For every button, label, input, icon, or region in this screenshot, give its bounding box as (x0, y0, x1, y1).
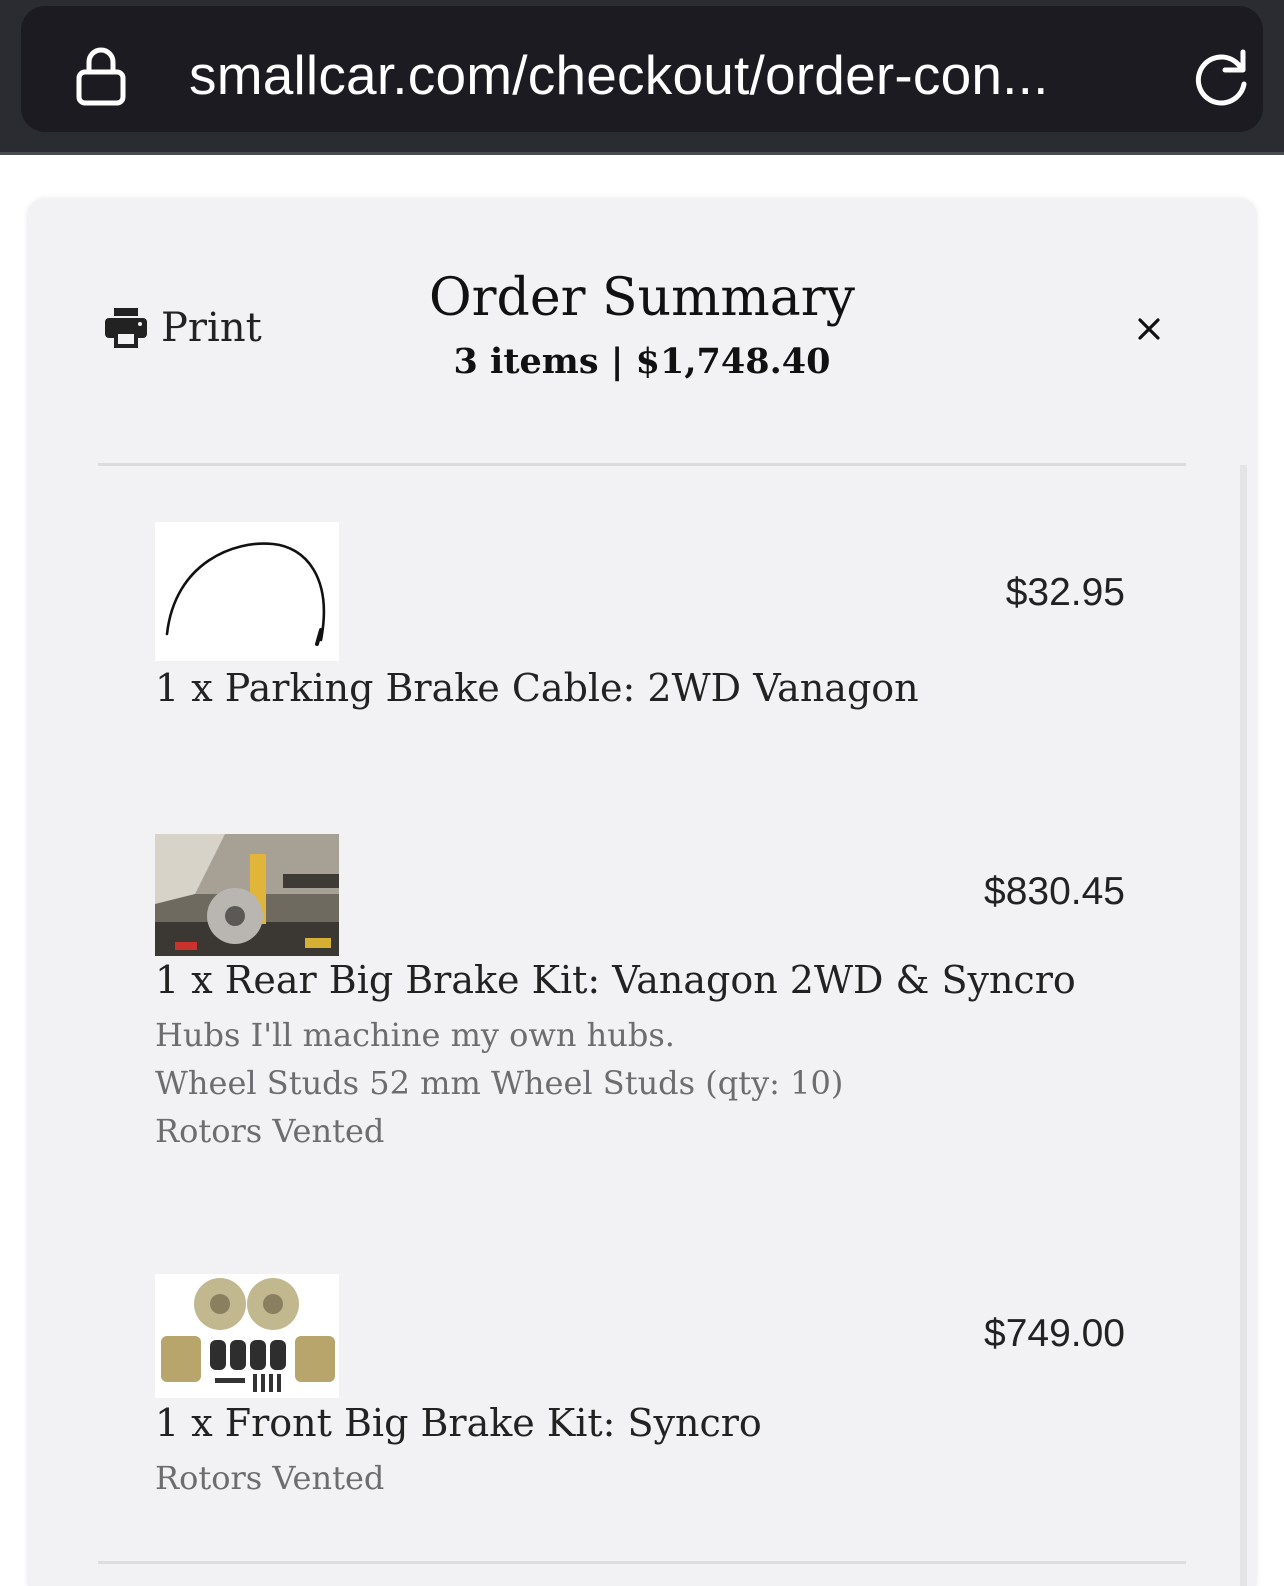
item-option: Rotors Vented (155, 1459, 385, 1497)
rear-brake-thumbnail (155, 834, 339, 956)
item-price: $32.95 (1005, 571, 1125, 614)
page-title: Order Summary (429, 268, 855, 328)
printer-icon (105, 308, 147, 348)
item-price: $830.45 (984, 870, 1125, 913)
print-button[interactable]: Print (103, 302, 262, 354)
item-name[interactable]: 1 x Front Big Brake Kit: Syncro (155, 1398, 762, 1448)
reload-icon[interactable] (1191, 46, 1253, 108)
order-summary-header: Order Summary 3 items | $1,748.40 (300, 266, 984, 386)
item-image-front-big-brake-kit[interactable] (155, 1274, 339, 1398)
order-totals: 3 items | $1,748.40 (453, 341, 831, 382)
browser-toolbar: smallcar.com/checkout/order-con... (0, 0, 1284, 155)
close-icon[interactable] (1133, 313, 1165, 345)
header-divider (98, 463, 1186, 466)
item-price: $749.00 (984, 1312, 1125, 1355)
url-text[interactable]: smallcar.com/checkout/order-con... (189, 40, 1049, 110)
item-name[interactable]: 1 x Rear Big Brake Kit: Vanagon 2WD & Sy… (155, 955, 1076, 1005)
item-image-parking-brake-cable[interactable] (155, 522, 339, 661)
item-option: Hubs I'll machine my own hubs. (155, 1016, 675, 1054)
lock-icon (76, 47, 126, 106)
item-name[interactable]: 1 x Parking Brake Cable: 2WD Vanagon (155, 663, 919, 713)
item-option: Rotors Vented (155, 1112, 385, 1150)
item-image-rear-big-brake-kit[interactable] (155, 834, 339, 956)
scrollbar[interactable] (1240, 465, 1247, 1586)
print-label: Print (161, 305, 262, 351)
items-divider (98, 1561, 1186, 1564)
cable-thumbnail (155, 522, 339, 661)
address-bar[interactable]: smallcar.com/checkout/order-con... (21, 6, 1263, 132)
item-option: Wheel Studs 52 mm Wheel Studs (qty: 10) (155, 1064, 844, 1102)
front-brake-thumbnail (155, 1274, 339, 1398)
